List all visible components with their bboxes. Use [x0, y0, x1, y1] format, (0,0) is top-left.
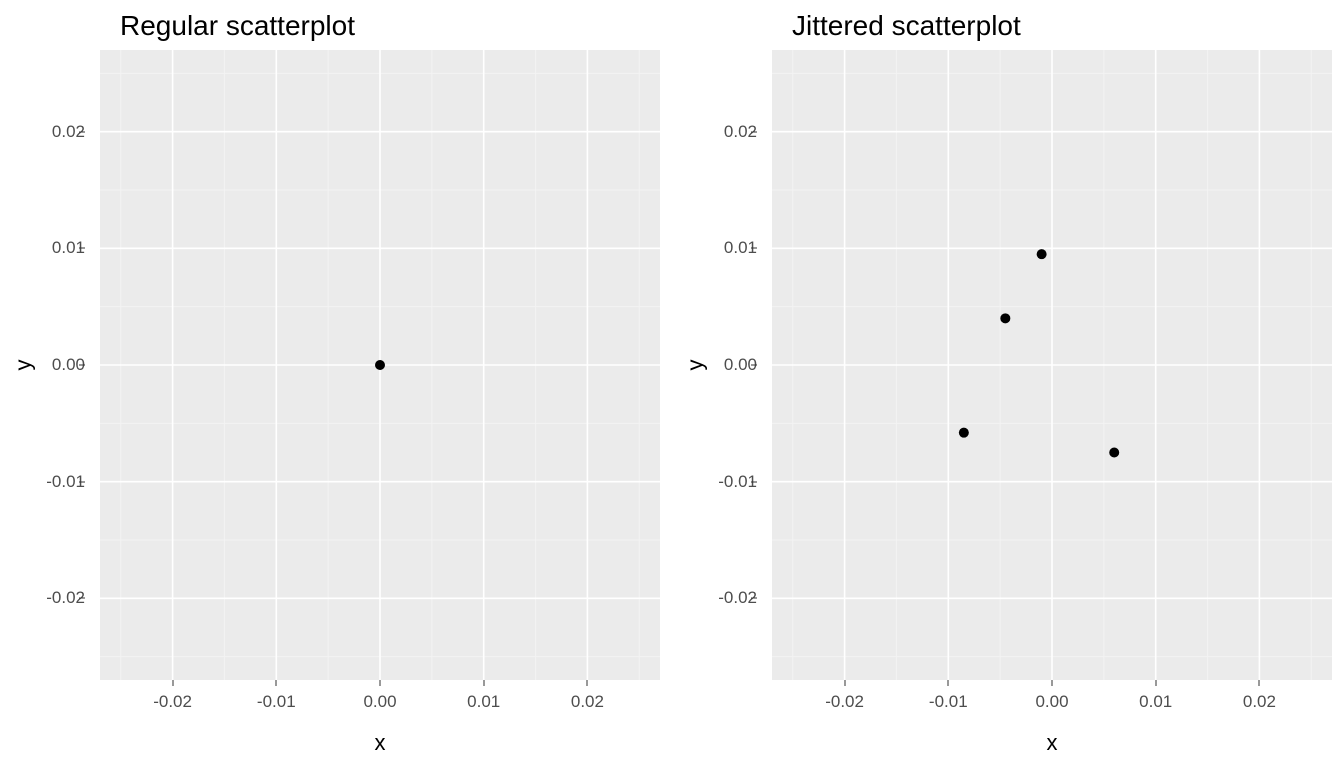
- x-axis-ticks: -0.02 -0.01 0.00 0.01 0.02: [772, 680, 1332, 720]
- x-tick-label: -0.02: [825, 692, 864, 712]
- y-axis-label: y: [11, 360, 37, 371]
- data-point: [375, 360, 385, 370]
- data-point: [1037, 249, 1047, 259]
- x-tick-label: 0.01: [467, 692, 500, 712]
- data-point: [1000, 313, 1010, 323]
- x-tick-label: -0.01: [257, 692, 296, 712]
- plot-area-right: [772, 50, 1332, 680]
- data-point: [959, 428, 969, 438]
- y-axis-label: y: [683, 360, 709, 371]
- x-axis-label: x: [100, 730, 660, 756]
- x-tick-label: 0.00: [363, 692, 396, 712]
- x-tick-label: 0.00: [1035, 692, 1068, 712]
- x-tick-label: -0.01: [929, 692, 968, 712]
- x-tick-label: 0.02: [1243, 692, 1276, 712]
- x-axis-ticks: -0.02 -0.01 0.00 0.01 0.02: [100, 680, 660, 720]
- chart-title: Jittered scatterplot: [792, 10, 1021, 42]
- right-panel: Jittered scatterplot -0.02 -0.01 0.00 0.01 0…: [672, 0, 1344, 768]
- x-tick-label: 0.01: [1139, 692, 1172, 712]
- chart-title: Regular scatterplot: [120, 10, 355, 42]
- x-tick-label: 0.02: [571, 692, 604, 712]
- scatter-svg-right: [772, 50, 1332, 680]
- x-axis-label: x: [772, 730, 1332, 756]
- left-panel: Regular scatterplot -0.02 -0.01 0.00 0.01 0.…: [0, 0, 672, 768]
- scatter-svg-left: [100, 50, 660, 680]
- x-tick-label: -0.02: [153, 692, 192, 712]
- plot-area-left: [100, 50, 660, 680]
- data-point: [1109, 448, 1119, 458]
